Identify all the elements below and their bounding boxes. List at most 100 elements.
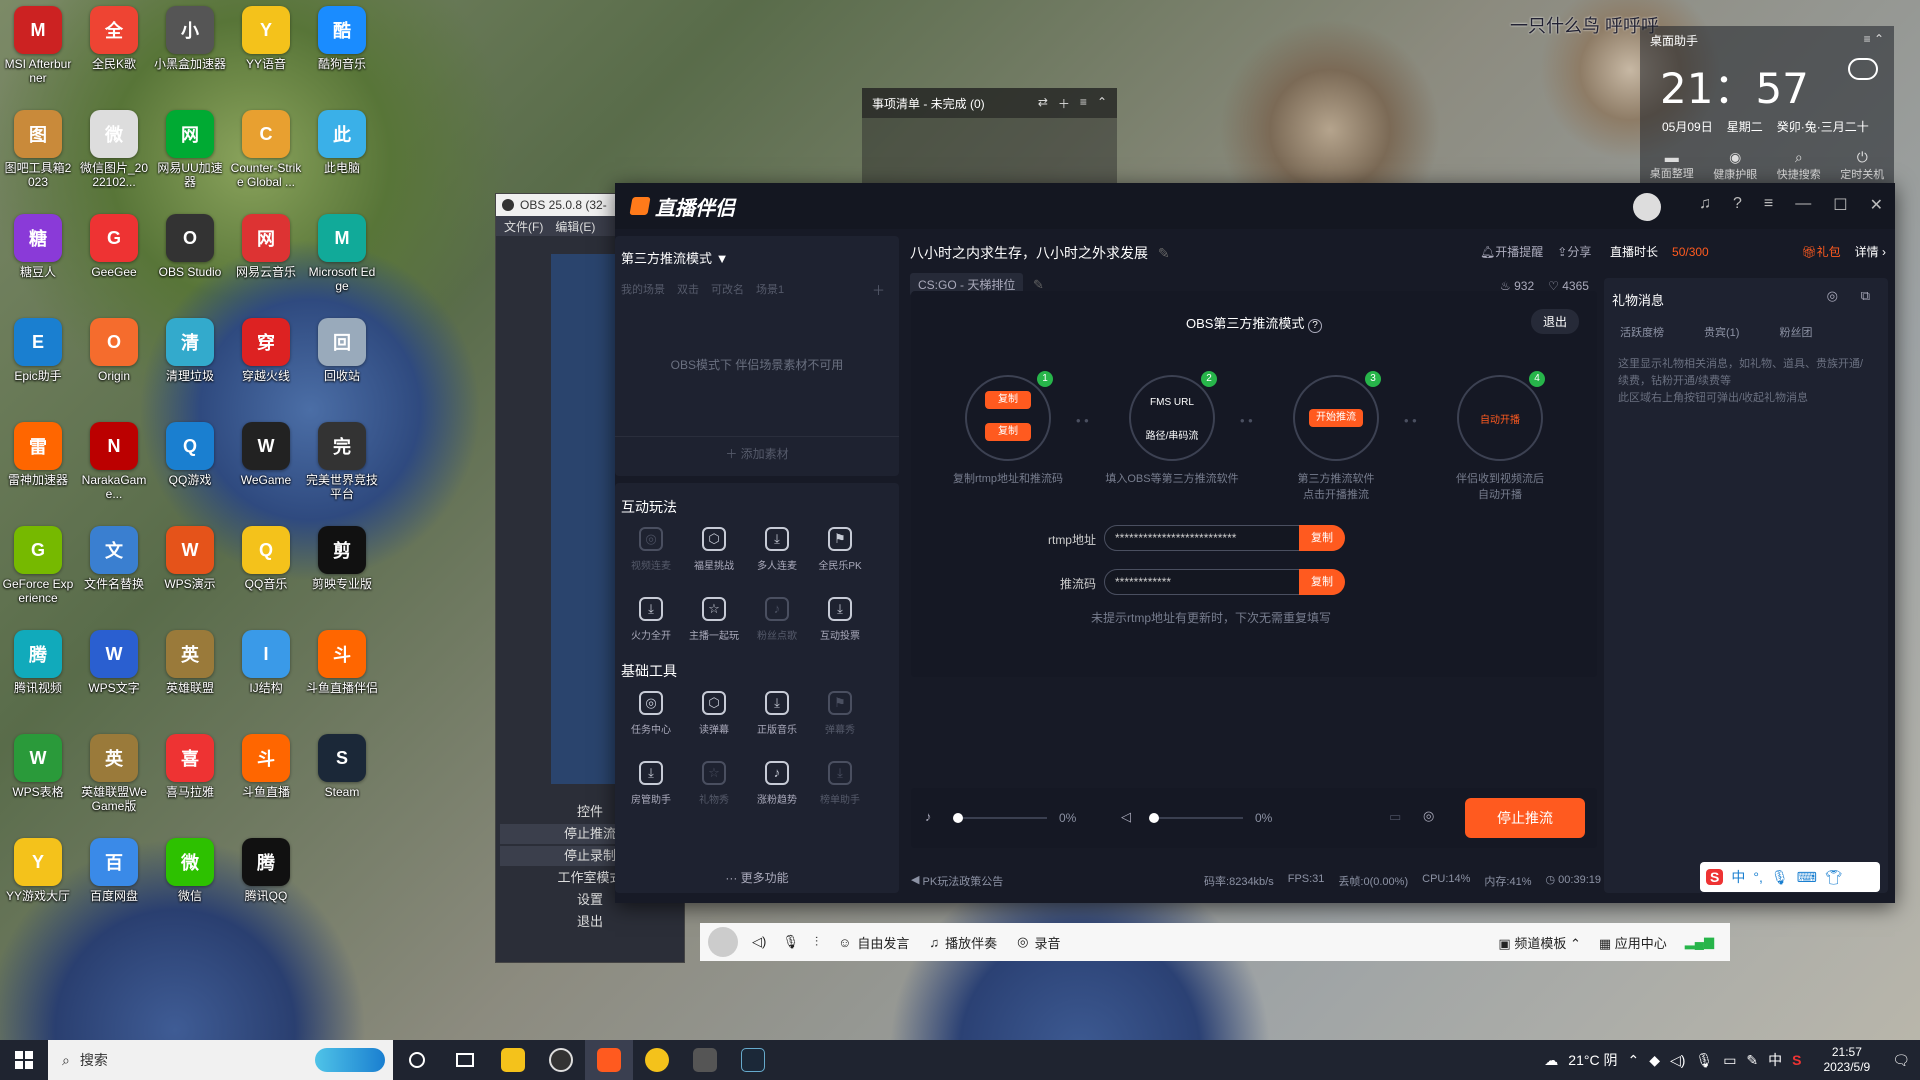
widget-button[interactable]: ▬ 桌面整理 <box>1650 149 1694 182</box>
taskbar-qq-music-icon[interactable] <box>633 1040 681 1080</box>
obs-menu-edit[interactable]: 编辑(E) <box>555 218 595 235</box>
key-field[interactable]: ************ ◠ 复制 <box>1104 569 1345 595</box>
voice-bar-button[interactable]: ◎ 录音 <box>1017 933 1060 952</box>
swap-icon[interactable]: ⇄ <box>1038 95 1048 112</box>
desktop-shortcut[interactable]: 完完美世界竞技平台 <box>306 422 378 501</box>
desktop-shortcut[interactable]: 喜喜马拉雅 <box>154 734 226 799</box>
task-view-icon[interactable] <box>441 1040 489 1080</box>
taskbar-obs-icon[interactable] <box>537 1040 585 1080</box>
taskbar-yy-icon[interactable] <box>489 1040 537 1080</box>
copy-key-button[interactable]: 复制 <box>985 423 1031 441</box>
mic-slider-handle[interactable] <box>953 813 963 823</box>
avatar[interactable] <box>1633 193 1661 221</box>
stop-push-button[interactable]: 停止推流 <box>1465 798 1585 838</box>
obs-menu-file[interactable]: 文件(F) <box>504 218 543 235</box>
add-material-button[interactable]: ＋ 添加素材 <box>615 436 899 462</box>
feature-item[interactable]: ◎ 任务中心 <box>621 691 681 736</box>
desktop-shortcut[interactable]: 图图吧工具箱2023 <box>2 110 74 189</box>
feature-item[interactable]: ☆ 主播一起玩 <box>684 597 744 642</box>
gift-tab[interactable]: 粉丝团 <box>1779 324 1812 340</box>
pk-notice[interactable]: PK玩法政策公告 <box>923 873 1004 889</box>
desktop-shortcut[interactable]: G GeForce Experience <box>2 526 74 605</box>
desktop-shortcut[interactable]: C Counter-Strike Global ... <box>230 110 302 189</box>
desktop-shortcut[interactable]: 清清理垃圾 <box>154 318 226 383</box>
feature-item[interactable]: ⚑ 全民乐PK <box>810 527 870 572</box>
widget-button[interactable]: ⌕ 快捷搜索 <box>1777 149 1821 182</box>
desktop-shortcut[interactable]: Q QQ音乐 <box>230 526 302 591</box>
widget-button[interactable]: ◉ 健康护眼 <box>1713 149 1757 182</box>
mic-icon[interactable]: 🎙︎ <box>782 934 799 950</box>
feature-item[interactable]: ⤓ 多人连麦 <box>747 527 807 572</box>
share-button[interactable]: ⇪分享 <box>1557 243 1591 260</box>
channel-template-button[interactable]: ▣ 频道模板 ⌃ <box>1498 933 1580 952</box>
desktop-shortcut[interactable]: 酷酷狗音乐 <box>306 6 378 71</box>
desktop-shortcut[interactable]: W WeGame <box>230 422 302 487</box>
rtmp-field[interactable]: ************************** ◠ 复制 <box>1104 525 1345 551</box>
weather-text[interactable]: 21°C 阴 <box>1568 1050 1617 1070</box>
headset-icon[interactable]: ♫ <box>1699 195 1711 215</box>
scene-tab[interactable]: 我的场景 <box>621 281 665 297</box>
scene-tab[interactable]: 可改名 <box>711 281 744 297</box>
desktop-shortcut[interactable]: M MSI Afterburner <box>2 6 74 85</box>
desktop-shortcut[interactable]: W WPS文字 <box>78 630 150 695</box>
more-functions-button[interactable]: ··· 更多功能 <box>615 869 899 886</box>
desktop-shortcut[interactable]: M Microsoft Edge <box>306 214 378 293</box>
speaker-icon[interactable]: ◁ <box>1121 809 1131 825</box>
desktop-shortcut[interactable]: 腾腾讯QQ <box>230 838 302 903</box>
desktop-shortcut[interactable]: N NarakaGame... <box>78 422 150 501</box>
desktop-shortcut[interactable]: S Steam <box>306 734 378 799</box>
desktop-shortcut[interactable]: 网网易UU加速器 <box>154 110 226 189</box>
desktop-shortcut[interactable]: 糖糖豆人 <box>2 214 74 279</box>
popout-icon[interactable]: ⧉ <box>1861 288 1870 304</box>
desktop-shortcut[interactable]: 剪剪映专业版 <box>306 526 378 591</box>
desktop-shortcut[interactable]: 微微信 <box>154 838 226 903</box>
feature-item[interactable]: ⤓ 互动投票 <box>810 597 870 642</box>
feature-item[interactable]: ⚑ 弹幕秀 <box>810 691 870 736</box>
desktop-shortcut[interactable]: E Epic助手 <box>2 318 74 383</box>
widget-menu-icon[interactable]: ≡ ⌃ <box>1864 32 1884 49</box>
help-circle-icon[interactable]: ? <box>1308 319 1323 333</box>
taskbar-clock[interactable]: 21:57 2023/5/9 <box>1819 1045 1876 1075</box>
widget-button[interactable]: ⏻ 定时关机 <box>1840 149 1884 182</box>
desktop-shortcut[interactable]: 英英雄联盟 <box>154 630 226 695</box>
tray-mic-icon[interactable]: 🎙︎ <box>1695 1052 1713 1069</box>
desktop-shortcut[interactable]: 斗斗鱼直播伴侣 <box>306 630 378 695</box>
desktop-shortcut[interactable]: Y YY语音 <box>230 6 302 71</box>
tray-sogou-icon[interactable]: S <box>1792 1052 1801 1068</box>
desktop-shortcut[interactable]: 此此电脑 <box>306 110 378 175</box>
rtmp-copy-button[interactable]: 复制 <box>1299 525 1345 551</box>
desktop-shortcut[interactable]: 腾腾讯视频 <box>2 630 74 695</box>
copy-rtmp-button[interactable]: 复制 <box>985 391 1031 409</box>
feature-item[interactable]: ⬡ 福星挑战 <box>684 527 744 572</box>
desktop-shortcut[interactable]: G GeeGee <box>78 214 150 279</box>
voice-bar-button[interactable]: ♫ 播放伴奏 <box>929 933 997 952</box>
volume-icon[interactable]: ◁) <box>752 934 766 950</box>
add-icon[interactable]: ＋ <box>1058 95 1070 112</box>
tray-app-icon[interactable]: ◆ <box>1649 1052 1660 1069</box>
maximize-icon[interactable]: ☐ <box>1833 195 1847 215</box>
gift-pack-button[interactable]: 🎁︎礼包 <box>1801 243 1840 260</box>
feature-item[interactable]: ⤓ 正版音乐 <box>747 691 807 736</box>
tray-network-icon[interactable]: ▭ <box>1723 1052 1736 1069</box>
feature-item[interactable]: ♪ 涨粉趋势 <box>747 761 807 806</box>
desktop-shortcut[interactable]: 文文件名替换 <box>78 526 150 591</box>
desktop-shortcut[interactable]: O OBS Studio <box>154 214 226 279</box>
desktop-shortcut[interactable]: 回回收站 <box>306 318 378 383</box>
feature-item[interactable]: ◎ 视频连麦 <box>621 527 681 572</box>
ime-toolbar[interactable]: S 中 °, 🎙︎ ⌨ 👕︎ <box>1700 862 1880 892</box>
exit-obs-mode-button[interactable]: 退出 <box>1530 309 1579 334</box>
speaker-slider[interactable] <box>1153 817 1243 819</box>
desktop-shortcut[interactable]: 雷雷神加速器 <box>2 422 74 487</box>
taskbar-accelerator-icon[interactable] <box>681 1040 729 1080</box>
tray-ime[interactable]: 中 <box>1768 1050 1782 1070</box>
settings-icon[interactable]: ◎ <box>1423 808 1434 824</box>
desktop-shortcut[interactable]: 斗斗鱼直播 <box>230 734 302 799</box>
desktop-shortcut[interactable]: W WPS表格 <box>2 734 74 799</box>
collapse-icon[interactable]: ⌃ <box>1097 95 1107 112</box>
desktop-shortcut[interactable]: O Origin <box>78 318 150 383</box>
details-button[interactable]: 详情 › <box>1855 243 1886 260</box>
cortana-icon[interactable] <box>393 1040 441 1080</box>
feature-item[interactable]: ⤓ 榜单助手 <box>810 761 870 806</box>
feature-item[interactable]: ⤓ 房管助手 <box>621 761 681 806</box>
app-center-button[interactable]: ▦ 应用中心 <box>1599 933 1667 952</box>
